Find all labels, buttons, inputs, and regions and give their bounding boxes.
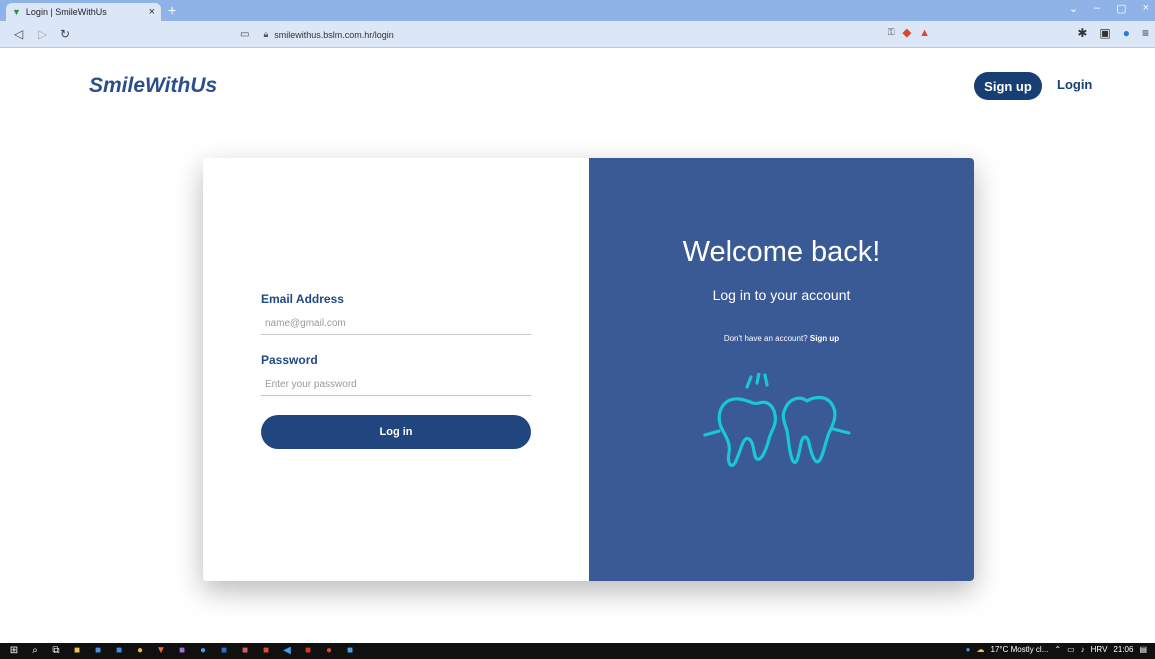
extensions-puzzle-icon[interactable]: ✱	[1077, 26, 1087, 40]
login-card: Email Address Password Log in Welcome ba…	[203, 158, 974, 581]
brave-rewards-icon[interactable]: ▲	[919, 27, 930, 39]
address-bar[interactable]: ▭ 🔒︎ smilewithus.bslm.com.hr/login ⚿ ◆ ▲	[240, 25, 930, 44]
brave-shield-icon[interactable]: ◆	[903, 26, 911, 39]
profile-avatar-icon[interactable]: ●	[1123, 26, 1130, 40]
notifications-icon[interactable]: ▤	[1139, 645, 1147, 654]
back-icon[interactable]: ◁	[14, 27, 23, 41]
store-icon[interactable]: ■	[92, 645, 104, 656]
signup-prompt: Don't have an account? Sign up	[589, 334, 974, 343]
welcome-heading: Welcome back!	[682, 236, 881, 268]
wallet-icon[interactable]: ▣	[1099, 26, 1110, 40]
clock[interactable]: 21:06	[1113, 645, 1133, 654]
teams-icon[interactable]: ■	[239, 645, 251, 656]
tab-title: Login | SmileWithUs	[25, 7, 107, 17]
signup-prompt-link[interactable]: Sign up	[810, 334, 839, 343]
taskbar-apps: ⊞ ⌕ ⧉ ■ ■ ■ ● ▼ ■ ● ■ ■ ■ ◀ ■ ● ■	[8, 645, 356, 656]
notepad-icon[interactable]: ■	[344, 645, 356, 656]
windows-taskbar: ⊞ ⌕ ⧉ ■ ■ ■ ● ▼ ■ ● ■ ■ ■ ◀ ■ ● ■ ● ☁ 17…	[0, 643, 1155, 659]
new-tab-button[interactable]: +	[168, 2, 176, 18]
language-indicator[interactable]: HRV	[1091, 645, 1108, 654]
password-key-icon[interactable]: ⚿	[888, 27, 895, 38]
weather-icon[interactable]: ☁	[977, 645, 985, 654]
visual-studio-icon[interactable]: ■	[176, 645, 188, 656]
git-icon[interactable]: ●	[323, 645, 335, 656]
volume-icon[interactable]: ♪	[1081, 645, 1085, 654]
header-signup-button[interactable]: Sign up	[974, 72, 1042, 100]
bookmark-icon[interactable]: ▭	[240, 29, 249, 40]
help-icon[interactable]: ●	[966, 645, 971, 654]
chevron-up-icon[interactable]: ⌃	[1054, 645, 1061, 654]
extension-icons: ✱ ▣ ● ≡	[1077, 26, 1149, 40]
email-field[interactable]	[261, 313, 531, 335]
vue-favicon-icon: ▼	[12, 7, 21, 17]
restore-button[interactable]: ▢	[1116, 2, 1126, 15]
start-icon[interactable]: ⊞	[8, 645, 20, 656]
menu-icon[interactable]: ≡	[1142, 26, 1149, 40]
mail-icon[interactable]: ■	[113, 645, 125, 656]
browser-tab-bar: ▼ Login | SmileWithUs × + ⌄ – ▢ ×	[0, 0, 1155, 21]
minimize-button[interactable]: –	[1094, 2, 1100, 15]
edge-icon[interactable]: ●	[197, 645, 209, 656]
email-label: Email Address	[261, 292, 344, 306]
teeth-illustration-icon	[703, 373, 851, 467]
word-icon[interactable]: ■	[218, 645, 230, 656]
login-submit-button[interactable]: Log in	[261, 415, 531, 449]
tab-close-icon[interactable]: ×	[149, 6, 155, 18]
powerpoint-icon[interactable]: ■	[260, 645, 272, 656]
welcome-panel: Welcome back! Log in to your account Don…	[589, 158, 974, 581]
search-icon[interactable]: ⌕	[29, 645, 41, 656]
window-controls: ⌄ – ▢ ×	[1069, 2, 1149, 15]
browser-tab[interactable]: ▼ Login | SmileWithUs ×	[6, 3, 161, 21]
reload-icon[interactable]: ↻	[60, 27, 70, 41]
filezilla-icon[interactable]: ■	[302, 645, 314, 656]
weather-text[interactable]: 17°C Mostly cl...	[991, 645, 1049, 654]
password-label: Password	[261, 353, 318, 367]
vscode-icon[interactable]: ◀	[281, 645, 293, 656]
chrome-icon[interactable]: ●	[134, 645, 146, 656]
login-form: Email Address Password Log in	[203, 158, 589, 581]
tab-search-icon[interactable]: ⌄	[1069, 2, 1078, 15]
file-explorer-icon[interactable]: ■	[71, 645, 83, 656]
signup-prompt-text: Don't have an account?	[723, 334, 808, 343]
brave-icon[interactable]: ▼	[155, 645, 167, 656]
close-window-button[interactable]: ×	[1143, 2, 1149, 15]
site-logo[interactable]: SmileWithUs	[89, 74, 217, 98]
task-view-icon[interactable]: ⧉	[50, 645, 62, 656]
forward-icon[interactable]: ▷	[38, 27, 47, 41]
lock-icon[interactable]: 🔒︎	[263, 29, 268, 40]
url-text[interactable]: smilewithus.bslm.com.hr/login	[274, 30, 394, 40]
system-tray: ● ☁ 17°C Mostly cl... ⌃ ▭ ♪ HRV 21:06 ▤	[966, 645, 1147, 654]
welcome-subtitle: Log in to your account	[712, 287, 851, 303]
browser-toolbar: ◁ ▷ ↻ ▭ 🔒︎ smilewithus.bslm.com.hr/login…	[0, 21, 1155, 48]
password-field[interactable]	[261, 374, 531, 396]
network-icon[interactable]: ▭	[1067, 645, 1075, 654]
header-login-link[interactable]: Login	[1057, 77, 1092, 92]
